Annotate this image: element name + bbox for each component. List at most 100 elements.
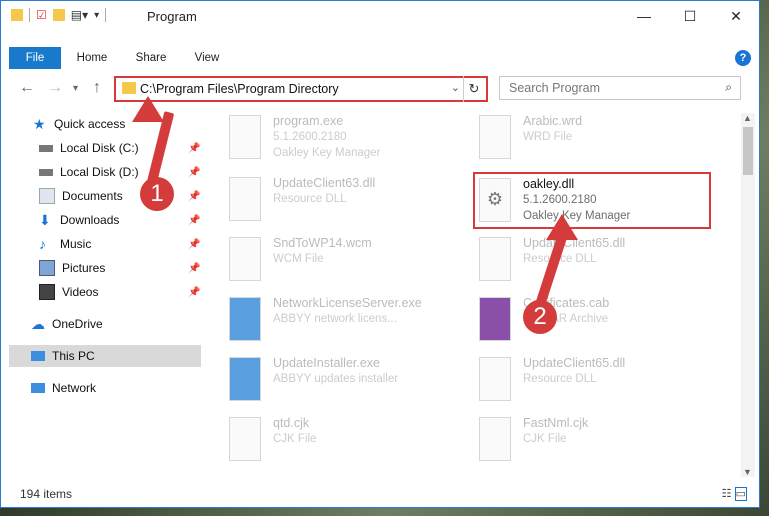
ribbon-tabs: File Home Share View ?: [1, 47, 759, 69]
minimize-button[interactable]: —: [621, 1, 667, 31]
sidebar-item-local-disk-c[interactable]: Local Disk (C:): [39, 137, 139, 159]
help-button[interactable]: ?: [735, 50, 751, 66]
tab-home[interactable]: Home: [69, 47, 115, 69]
sidebar-item-pictures[interactable]: Pictures: [39, 257, 105, 279]
file-icon: [229, 417, 261, 461]
pin-icon: 📌: [188, 263, 201, 274]
address-bar[interactable]: C:\Program Files\Program Directory ⌄ ↻: [114, 76, 488, 102]
sidebar-item-label: Network: [52, 381, 97, 395]
sidebar-item-label: Documents: [62, 189, 123, 203]
quick-access-toolbar: ☑ ▤▾ ▾: [11, 8, 107, 22]
step-badge-2: 2: [523, 300, 557, 334]
properties-icon[interactable]: ☑: [36, 8, 47, 22]
address-path: C:\Program Files\Program Directory: [140, 82, 339, 96]
sidebar-item-label: Local Disk (C:): [60, 141, 139, 155]
details-view-icon[interactable]: ☷: [722, 488, 732, 500]
new-folder-icon[interactable]: [52, 9, 65, 21]
tab-view[interactable]: View: [185, 47, 229, 69]
file-item[interactable]: Arabic.wrd WRD File: [451, 111, 691, 167]
drive-icon: [39, 168, 53, 176]
search-placeholder: Search Program: [509, 81, 601, 95]
scrollbar-thumb[interactable]: [743, 127, 753, 175]
star-icon: ★: [33, 116, 46, 132]
file-item[interactable]: SndToWP14.wcm WCM File: [201, 233, 441, 289]
pin-icon: 📌: [188, 239, 201, 250]
sidebar-item-music[interactable]: ♪ Music: [39, 233, 91, 255]
sidebar-item-downloads[interactable]: ⬇ Downloads: [39, 209, 119, 231]
cloud-icon: ☁: [31, 316, 45, 332]
tiles-view-icon[interactable]: ▭: [734, 487, 747, 501]
file-item[interactable]: FastNml.cjk CJK File: [451, 413, 691, 469]
file-item[interactable]: UpdateClient65.dll Resource DLL: [451, 353, 691, 409]
scroll-up-icon[interactable]: ▲: [743, 113, 752, 123]
file-item[interactable]: Certificates.cab WinRAR Archive: [451, 293, 691, 349]
search-input[interactable]: Search Program ⌕: [499, 76, 741, 100]
window-controls: — ☐ ✕: [621, 1, 759, 31]
dll-icon: [479, 357, 511, 401]
network-icon: [31, 383, 45, 393]
sidebar-item-label: Videos: [62, 285, 99, 299]
file-item: ⚙ oakley.dll 5.1.2600.2180 Oakley Key Ma…: [473, 174, 713, 230]
music-icon: ♪: [39, 236, 46, 252]
title-bar: ☑ ▤▾ ▾ Program — ☐ ✕: [1, 1, 759, 33]
sidebar-item-local-disk-d[interactable]: Local Disk (D:): [39, 161, 139, 183]
view-toggle[interactable]: ☷ ▭: [722, 487, 747, 501]
sidebar-item-videos[interactable]: Videos: [39, 281, 98, 303]
archive-icon: [479, 297, 511, 341]
step-badge-1: 1: [140, 177, 174, 211]
app-icon: [229, 357, 261, 401]
tab-share[interactable]: Share: [129, 47, 173, 69]
sidebar-item-label: This PC: [52, 349, 95, 363]
recent-locations-icon[interactable]: ▾: [73, 83, 78, 94]
file-item[interactable]: qtd.cjk CJK File: [201, 413, 441, 469]
refresh-icon[interactable]: ↻: [463, 76, 484, 102]
sidebar-item-this-pc[interactable]: This PC: [9, 345, 201, 367]
vertical-scrollbar[interactable]: ▲ ▼: [741, 113, 755, 477]
sidebar-item-label: OneDrive: [52, 317, 103, 331]
sidebar-item-quick-access[interactable]: ★ Quick access: [33, 113, 125, 135]
file-explorer-window: ☑ ▤▾ ▾ Program — ☐ ✕ File Home Share Vie…: [0, 0, 760, 508]
status-bar: 194 items ☷ ▭: [1, 479, 759, 507]
tab-file[interactable]: File: [9, 47, 61, 69]
up-icon[interactable]: ↑: [93, 79, 101, 97]
sidebar-item-network[interactable]: Network: [31, 377, 96, 399]
customize-toolbar-icon[interactable]: ▤▾: [71, 8, 88, 22]
window-title: Program: [147, 9, 197, 24]
sidebar-item-label: Local Disk (D:): [60, 165, 139, 179]
item-count: 194 items: [20, 487, 73, 501]
sidebar-item-onedrive[interactable]: ☁ OneDrive: [31, 313, 103, 335]
close-button[interactable]: ✕: [713, 1, 759, 31]
pin-icon: 📌: [188, 191, 201, 202]
file-item[interactable]: program.exe 5.1.2600.2180 Oakley Key Manag…: [201, 111, 441, 167]
file-item[interactable]: UpdateInstaller.exe ABBYY updates install…: [201, 353, 441, 409]
highlighted-file-oakley-dll[interactable]: ⚙ oakley.dll 5.1.2600.2180 Oakley Key Ma…: [473, 172, 711, 229]
sidebar-item-label: Downloads: [60, 213, 120, 227]
navigation-pane: ★ Quick access Local Disk (C:) 📌 Local Di…: [1, 113, 201, 477]
back-icon[interactable]: ←: [19, 79, 35, 97]
annotation-arrowhead-2: [546, 214, 578, 240]
video-icon: [39, 284, 55, 300]
scroll-down-icon[interactable]: ▼: [743, 467, 752, 477]
file-list: program.exe 5.1.2600.2180 Oakley Key Manag…: [201, 111, 739, 477]
chevron-down-icon[interactable]: ⌄: [451, 81, 460, 94]
file-item[interactable]: UpdateClient63.dll Resource DLL: [201, 173, 441, 229]
folder-icon[interactable]: [11, 9, 23, 21]
gear-icon: ⚙: [479, 178, 511, 222]
computer-icon: [31, 351, 45, 361]
file-item[interactable]: UpdateClient65.dll Resource DLL: [451, 233, 691, 289]
download-icon: ⬇: [39, 212, 51, 228]
folder-icon: [122, 82, 136, 94]
dll-icon: [479, 237, 511, 281]
maximize-button[interactable]: ☐: [667, 1, 713, 31]
dll-icon: [229, 177, 261, 221]
sidebar-item-label: Music: [60, 237, 92, 251]
forward-icon[interactable]: →: [47, 79, 63, 97]
sidebar-item-documents[interactable]: Documents: [39, 185, 123, 207]
document-icon: [39, 188, 55, 204]
file-item[interactable]: NetworkLicenseServer.exe ABBYY network li…: [201, 293, 441, 349]
dropdown-icon[interactable]: ▾: [94, 10, 99, 21]
navigation-bar: ← → ▾ ↑ C:\Program Files\Program Directo…: [1, 73, 759, 105]
search-icon[interactable]: ⌕: [725, 80, 732, 95]
pin-icon: 📌: [188, 287, 201, 298]
annotation-arrowhead-1: [132, 96, 164, 122]
